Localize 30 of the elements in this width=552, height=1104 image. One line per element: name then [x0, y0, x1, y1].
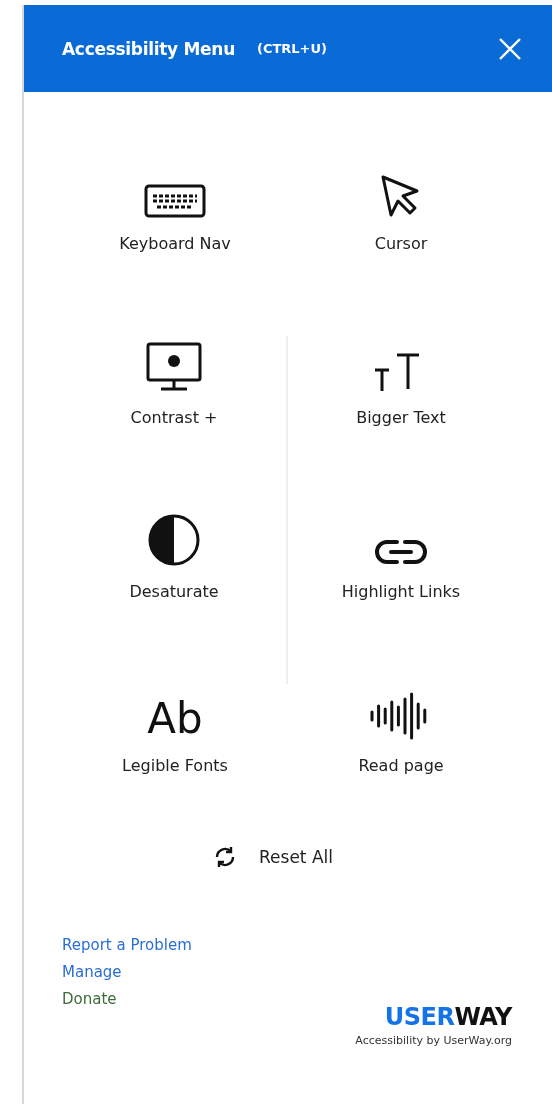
feature-tile[interactable]: Bigger Text — [288, 336, 514, 510]
brand-tagline: Accessibility by UserWay.org — [355, 1034, 512, 1047]
close-icon — [498, 36, 522, 61]
feature-tile[interactable]: Highlight Links — [288, 510, 514, 684]
tile-label: Keyboard Nav — [119, 234, 231, 253]
tile-label: Highlight Links — [341, 582, 461, 601]
link-icon — [373, 538, 429, 566]
tile-label: Contrast + — [130, 408, 218, 427]
footer-link[interactable]: Manage — [62, 963, 192, 981]
menu-title: Accessibility Menu — [62, 38, 235, 59]
feature-tile[interactable]: Contrast + — [62, 336, 288, 510]
footer-link[interactable]: Report a Problem — [62, 936, 192, 954]
shortcut-hint: (CTRL+U) — [256, 41, 327, 56]
tile-label: Desaturate — [129, 582, 219, 601]
reset-button[interactable]: Reset All — [207, 844, 339, 870]
brand-logo: USERWAY — [384, 1004, 512, 1030]
keyboard-icon — [144, 184, 206, 218]
refresh-icon — [213, 845, 237, 869]
monitor-icon — [146, 342, 202, 392]
tile-label: Legible Fonts — [122, 756, 228, 775]
feature-tile[interactable]: Cursor — [288, 162, 514, 336]
footer-link[interactable]: Donate — [62, 990, 192, 1008]
tile-label: Bigger Text — [356, 408, 446, 427]
font-sample-icon: Ab — [147, 698, 203, 740]
tile-label: Cursor — [374, 234, 428, 253]
tile-label: Read page — [358, 756, 444, 775]
half-circle-icon — [148, 514, 200, 566]
close-button[interactable] — [498, 36, 522, 61]
feature-tile[interactable]: Desaturate — [62, 510, 288, 684]
feature-tile[interactable]: Keyboard Nav — [62, 162, 288, 336]
